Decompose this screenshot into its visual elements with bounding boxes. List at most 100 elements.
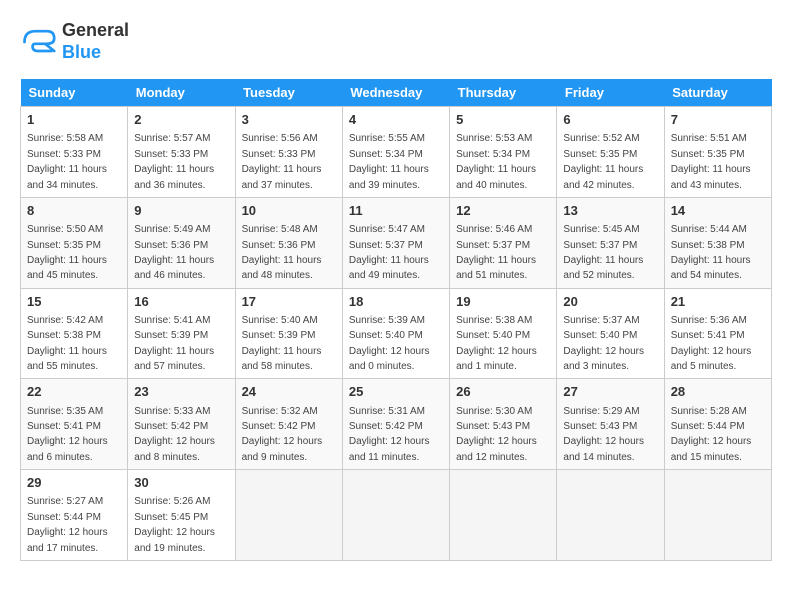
day-info: Sunrise: 5:47 AM Sunset: 5:37 PM Dayligh…: [349, 224, 429, 281]
day-number: 10: [242, 202, 336, 220]
day-info: Sunrise: 5:29 AM Sunset: 5:43 PM Dayligh…: [563, 406, 644, 463]
calendar-week-row: 1 Sunrise: 5:58 AM Sunset: 5:33 PM Dayli…: [21, 107, 772, 198]
calendar-cell: 24 Sunrise: 5:32 AM Sunset: 5:42 PM Dayl…: [235, 379, 342, 470]
calendar-week-row: 29 Sunrise: 5:27 AM Sunset: 5:44 PM Dayl…: [21, 470, 772, 561]
day-number: 8: [27, 202, 121, 220]
weekday-header: Sunday: [21, 79, 128, 107]
weekday-header: Tuesday: [235, 79, 342, 107]
calendar-cell: 23 Sunrise: 5:33 AM Sunset: 5:42 PM Dayl…: [128, 379, 235, 470]
calendar-cell: 7 Sunrise: 5:51 AM Sunset: 5:35 PM Dayli…: [664, 107, 771, 198]
day-info: Sunrise: 5:33 AM Sunset: 5:42 PM Dayligh…: [134, 406, 215, 463]
day-number: 3: [242, 111, 336, 129]
day-number: 22: [27, 383, 121, 401]
day-info: Sunrise: 5:37 AM Sunset: 5:40 PM Dayligh…: [563, 315, 644, 372]
calendar-cell: 27 Sunrise: 5:29 AM Sunset: 5:43 PM Dayl…: [557, 379, 664, 470]
day-number: 25: [349, 383, 443, 401]
day-info: Sunrise: 5:56 AM Sunset: 5:33 PM Dayligh…: [242, 133, 322, 190]
calendar-cell: 28 Sunrise: 5:28 AM Sunset: 5:44 PM Dayl…: [664, 379, 771, 470]
day-info: Sunrise: 5:57 AM Sunset: 5:33 PM Dayligh…: [134, 133, 214, 190]
day-number: 6: [563, 111, 657, 129]
logo: General Blue: [20, 20, 129, 63]
day-info: Sunrise: 5:38 AM Sunset: 5:40 PM Dayligh…: [456, 315, 537, 372]
calendar-cell: 1 Sunrise: 5:58 AM Sunset: 5:33 PM Dayli…: [21, 107, 128, 198]
day-number: 26: [456, 383, 550, 401]
calendar-cell: 10 Sunrise: 5:48 AM Sunset: 5:36 PM Dayl…: [235, 197, 342, 288]
day-info: Sunrise: 5:26 AM Sunset: 5:45 PM Dayligh…: [134, 496, 215, 553]
calendar-cell: 29 Sunrise: 5:27 AM Sunset: 5:44 PM Dayl…: [21, 470, 128, 561]
day-number: 16: [134, 293, 228, 311]
day-info: Sunrise: 5:42 AM Sunset: 5:38 PM Dayligh…: [27, 315, 107, 372]
calendar-cell: 30 Sunrise: 5:26 AM Sunset: 5:45 PM Dayl…: [128, 470, 235, 561]
calendar-cell: 13 Sunrise: 5:45 AM Sunset: 5:37 PM Dayl…: [557, 197, 664, 288]
day-info: Sunrise: 5:41 AM Sunset: 5:39 PM Dayligh…: [134, 315, 214, 372]
weekday-header: Wednesday: [342, 79, 449, 107]
calendar-header-row: SundayMondayTuesdayWednesdayThursdayFrid…: [21, 79, 772, 107]
calendar-cell: [664, 470, 771, 561]
calendar-cell: 4 Sunrise: 5:55 AM Sunset: 5:34 PM Dayli…: [342, 107, 449, 198]
day-info: Sunrise: 5:32 AM Sunset: 5:42 PM Dayligh…: [242, 406, 323, 463]
calendar-cell: 14 Sunrise: 5:44 AM Sunset: 5:38 PM Dayl…: [664, 197, 771, 288]
day-number: 15: [27, 293, 121, 311]
day-number: 18: [349, 293, 443, 311]
calendar-week-row: 15 Sunrise: 5:42 AM Sunset: 5:38 PM Dayl…: [21, 288, 772, 379]
day-info: Sunrise: 5:44 AM Sunset: 5:38 PM Dayligh…: [671, 224, 751, 281]
logo-icon: [20, 24, 56, 60]
day-info: Sunrise: 5:39 AM Sunset: 5:40 PM Dayligh…: [349, 315, 430, 372]
day-number: 27: [563, 383, 657, 401]
calendar-week-row: 8 Sunrise: 5:50 AM Sunset: 5:35 PM Dayli…: [21, 197, 772, 288]
weekday-header: Saturday: [664, 79, 771, 107]
calendar-body: 1 Sunrise: 5:58 AM Sunset: 5:33 PM Dayli…: [21, 107, 772, 561]
calendar-cell: [557, 470, 664, 561]
calendar-cell: 17 Sunrise: 5:40 AM Sunset: 5:39 PM Dayl…: [235, 288, 342, 379]
day-info: Sunrise: 5:36 AM Sunset: 5:41 PM Dayligh…: [671, 315, 752, 372]
day-info: Sunrise: 5:45 AM Sunset: 5:37 PM Dayligh…: [563, 224, 643, 281]
calendar-cell: [342, 470, 449, 561]
calendar-cell: 25 Sunrise: 5:31 AM Sunset: 5:42 PM Dayl…: [342, 379, 449, 470]
day-number: 21: [671, 293, 765, 311]
day-info: Sunrise: 5:46 AM Sunset: 5:37 PM Dayligh…: [456, 224, 536, 281]
day-info: Sunrise: 5:40 AM Sunset: 5:39 PM Dayligh…: [242, 315, 322, 372]
calendar-cell: 22 Sunrise: 5:35 AM Sunset: 5:41 PM Dayl…: [21, 379, 128, 470]
calendar-cell: 12 Sunrise: 5:46 AM Sunset: 5:37 PM Dayl…: [450, 197, 557, 288]
day-info: Sunrise: 5:55 AM Sunset: 5:34 PM Dayligh…: [349, 133, 429, 190]
calendar-cell: 6 Sunrise: 5:52 AM Sunset: 5:35 PM Dayli…: [557, 107, 664, 198]
day-info: Sunrise: 5:28 AM Sunset: 5:44 PM Dayligh…: [671, 406, 752, 463]
calendar-cell: 20 Sunrise: 5:37 AM Sunset: 5:40 PM Dayl…: [557, 288, 664, 379]
day-number: 17: [242, 293, 336, 311]
calendar-cell: 18 Sunrise: 5:39 AM Sunset: 5:40 PM Dayl…: [342, 288, 449, 379]
day-number: 24: [242, 383, 336, 401]
day-info: Sunrise: 5:52 AM Sunset: 5:35 PM Dayligh…: [563, 133, 643, 190]
day-info: Sunrise: 5:51 AM Sunset: 5:35 PM Dayligh…: [671, 133, 751, 190]
day-number: 1: [27, 111, 121, 129]
day-number: 29: [27, 474, 121, 492]
day-info: Sunrise: 5:50 AM Sunset: 5:35 PM Dayligh…: [27, 224, 107, 281]
calendar-cell: 5 Sunrise: 5:53 AM Sunset: 5:34 PM Dayli…: [450, 107, 557, 198]
day-info: Sunrise: 5:58 AM Sunset: 5:33 PM Dayligh…: [27, 133, 107, 190]
calendar-cell: 26 Sunrise: 5:30 AM Sunset: 5:43 PM Dayl…: [450, 379, 557, 470]
day-number: 4: [349, 111, 443, 129]
day-info: Sunrise: 5:48 AM Sunset: 5:36 PM Dayligh…: [242, 224, 322, 281]
day-info: Sunrise: 5:53 AM Sunset: 5:34 PM Dayligh…: [456, 133, 536, 190]
day-number: 2: [134, 111, 228, 129]
calendar-cell: 19 Sunrise: 5:38 AM Sunset: 5:40 PM Dayl…: [450, 288, 557, 379]
calendar-week-row: 22 Sunrise: 5:35 AM Sunset: 5:41 PM Dayl…: [21, 379, 772, 470]
weekday-header: Friday: [557, 79, 664, 107]
day-number: 13: [563, 202, 657, 220]
calendar-cell: 9 Sunrise: 5:49 AM Sunset: 5:36 PM Dayli…: [128, 197, 235, 288]
day-info: Sunrise: 5:35 AM Sunset: 5:41 PM Dayligh…: [27, 406, 108, 463]
logo-text: General Blue: [62, 20, 129, 63]
day-number: 28: [671, 383, 765, 401]
day-info: Sunrise: 5:49 AM Sunset: 5:36 PM Dayligh…: [134, 224, 214, 281]
calendar-cell: 15 Sunrise: 5:42 AM Sunset: 5:38 PM Dayl…: [21, 288, 128, 379]
weekday-header: Monday: [128, 79, 235, 107]
calendar-cell: 11 Sunrise: 5:47 AM Sunset: 5:37 PM Dayl…: [342, 197, 449, 288]
day-number: 14: [671, 202, 765, 220]
day-number: 20: [563, 293, 657, 311]
day-info: Sunrise: 5:27 AM Sunset: 5:44 PM Dayligh…: [27, 496, 108, 553]
day-number: 9: [134, 202, 228, 220]
calendar-cell: 8 Sunrise: 5:50 AM Sunset: 5:35 PM Dayli…: [21, 197, 128, 288]
page-header: General Blue: [20, 20, 772, 63]
day-number: 12: [456, 202, 550, 220]
day-number: 7: [671, 111, 765, 129]
day-number: 19: [456, 293, 550, 311]
